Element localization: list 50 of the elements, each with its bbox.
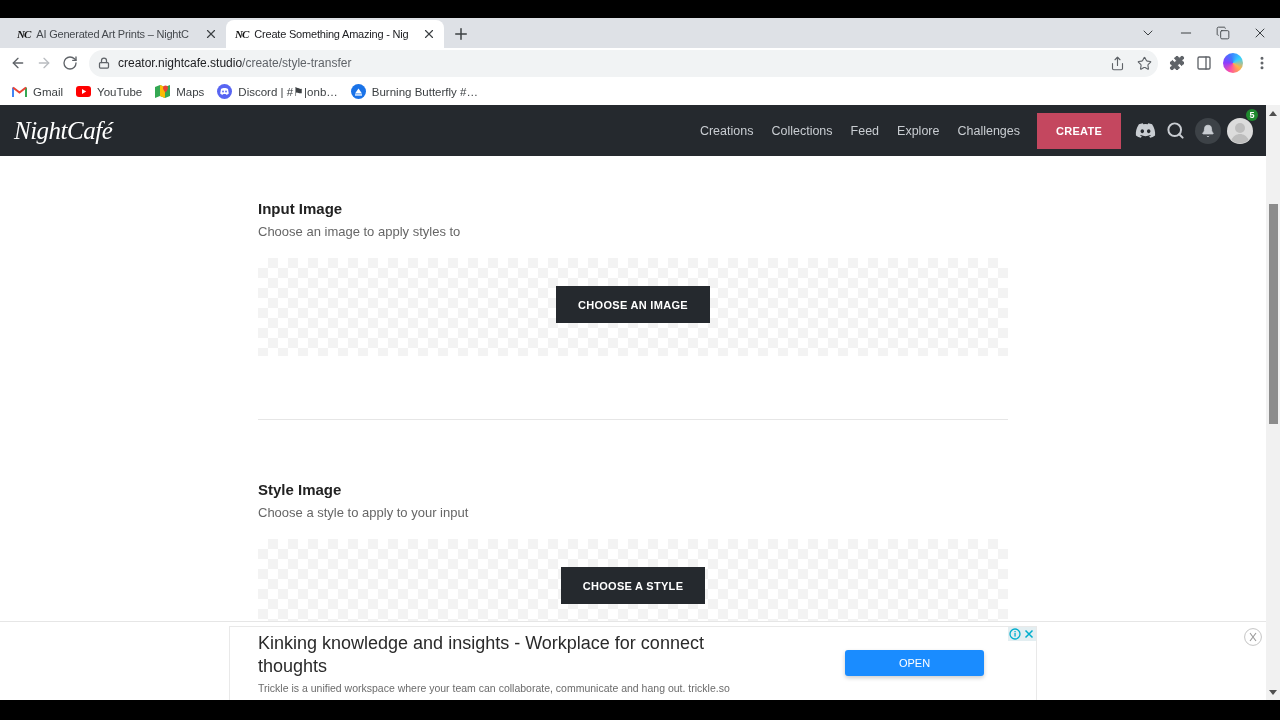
bookmark-item[interactable]: Gmail xyxy=(12,80,64,103)
nav-link[interactable]: Explore xyxy=(897,123,940,138)
controller-icon xyxy=(217,84,233,99)
close-icon[interactable] xyxy=(422,27,436,41)
browser-tab[interactable]: NC AI Generated Art Prints – NightC xyxy=(8,20,226,48)
reload-icon[interactable] xyxy=(62,55,78,71)
choose-button[interactable]: CHOOSE A STYLE xyxy=(560,567,706,604)
bell-icon xyxy=(1201,123,1215,138)
profile-avatar[interactable] xyxy=(1223,53,1243,73)
choose-button[interactable]: CHOOSE AN IMAGE xyxy=(556,286,710,323)
bookmark-item[interactable]: Discord | #⚑|onb… xyxy=(217,80,338,103)
section-title: Style Image xyxy=(258,480,342,500)
browser-tab[interactable]: NC Create Something Amazing - Nig xyxy=(226,20,444,48)
plus-icon[interactable] xyxy=(452,25,470,43)
ad-description: Trickle is a unified workspace where your team can collaborate, communicate and hang out. trickle.so xyxy=(258,681,730,695)
section-subtitle: Choose an image to apply styles to xyxy=(258,223,461,240)
bookmark-item[interactable]: Maps xyxy=(155,80,205,103)
nav-link[interactable]: Collections xyxy=(771,123,833,138)
envelope-icon xyxy=(12,86,27,97)
nav-link[interactable]: Challenges xyxy=(957,123,1020,138)
site-logo[interactable]: NightCafé xyxy=(14,116,113,145)
play-icon xyxy=(76,86,92,97)
bookmark-item[interactable]: Burning Butterfly #… xyxy=(350,80,478,103)
share-icon[interactable] xyxy=(1110,55,1125,71)
favicon-logo: NC xyxy=(235,27,249,41)
scroll-up-icon[interactable] xyxy=(1269,111,1277,116)
notification-badge: 5 xyxy=(1246,108,1258,121)
nav-link[interactable]: Creations xyxy=(699,123,754,138)
star-icon[interactable] xyxy=(1137,55,1152,71)
close-icon[interactable] xyxy=(204,27,218,41)
section-subtitle: Choose a style to apply to your input xyxy=(258,504,469,521)
favicon-logo: NC xyxy=(17,27,31,41)
lock-icon xyxy=(98,57,110,69)
round-logo-icon xyxy=(350,84,366,99)
notifications-button[interactable] xyxy=(1195,117,1221,144)
search-icon[interactable] xyxy=(1166,121,1185,140)
side-panel-icon[interactable] xyxy=(1196,55,1212,71)
user-avatar[interactable] xyxy=(1227,117,1253,144)
scroll-down-icon[interactable] xyxy=(1269,690,1277,695)
restore-icon[interactable] xyxy=(1216,26,1230,40)
controller-icon[interactable] xyxy=(1135,120,1156,141)
nav-link[interactable]: Feed xyxy=(850,123,880,138)
puzzle-icon[interactable] xyxy=(1169,55,1185,71)
scrollbar-thumb[interactable] xyxy=(1268,204,1278,424)
map-pin-icon xyxy=(155,84,171,99)
create-button[interactable]: CREATE xyxy=(1037,112,1121,149)
ad-headline[interactable]: Kinking knowledge and insights - Workplace for connect thoughts xyxy=(258,632,763,678)
address-field[interactable]: creator.nightcafe.studio/create/style-transfer xyxy=(89,49,1158,77)
bookmark-item[interactable]: YouTube xyxy=(76,80,143,103)
section-title: Input Image xyxy=(258,199,343,219)
